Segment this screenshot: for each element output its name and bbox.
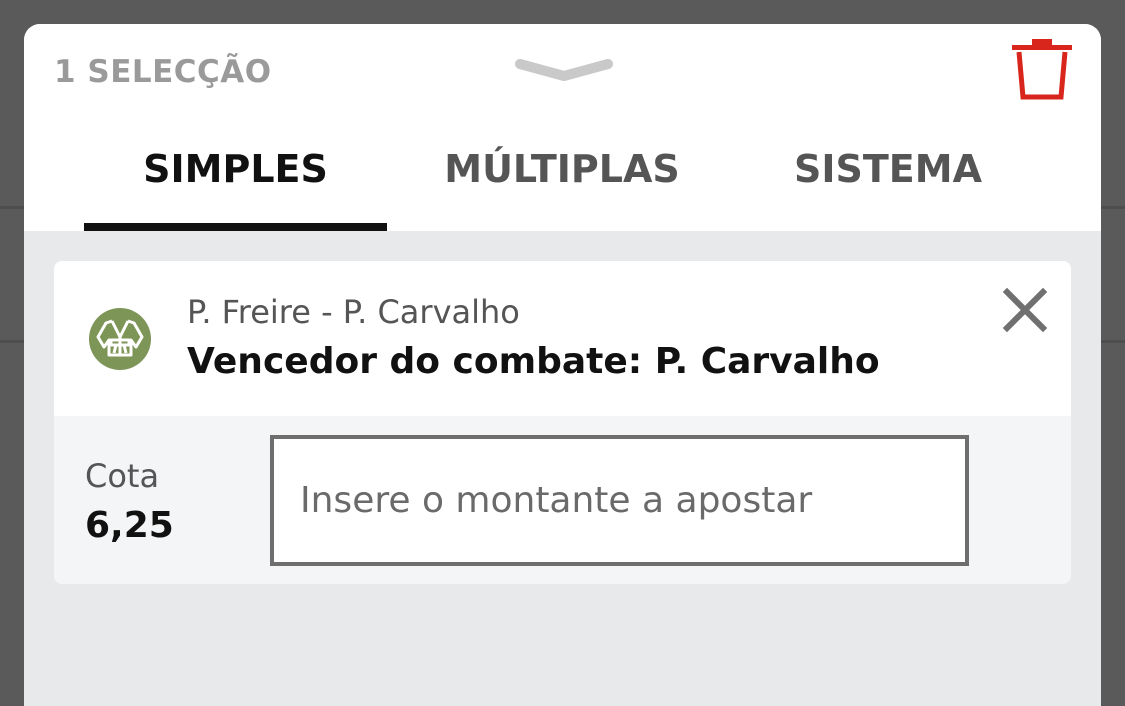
chevron-down-icon bbox=[515, 59, 613, 81]
delete-all-button[interactable] bbox=[1010, 38, 1074, 104]
collapse-handle[interactable] bbox=[514, 56, 614, 86]
market-selection: Vencedor do combate: P. Carvalho bbox=[187, 341, 880, 382]
trash-icon bbox=[1012, 39, 1072, 100]
bet-selection-header: P. Freire - P. Carvalho Vencedor do comb… bbox=[54, 261, 1071, 416]
close-icon bbox=[1002, 287, 1048, 333]
active-tab-indicator bbox=[84, 223, 387, 231]
tab-simples[interactable]: SIMPLES bbox=[84, 139, 387, 231]
bet-type-tabs: SIMPLES MÚLTIPLAS SISTEMA bbox=[24, 139, 1101, 231]
bet-selection-card: P. Freire - P. Carvalho Vencedor do comb… bbox=[54, 261, 1071, 584]
tab-sistema[interactable]: SISTEMA bbox=[734, 139, 1042, 231]
selection-count: 1 SELECÇÃO bbox=[54, 54, 272, 90]
odds-label: Cota bbox=[85, 457, 160, 495]
betslip-sheet: 1 SELECÇÃO SIMPLES MÚLTIPLAS SISTEMA P. … bbox=[24, 24, 1101, 706]
judo-gi-icon bbox=[88, 307, 152, 371]
odds-value: 6,25 bbox=[85, 505, 174, 546]
remove-selection-button[interactable] bbox=[1002, 287, 1048, 333]
betslip-header: 1 SELECÇÃO SIMPLES MÚLTIPLAS SISTEMA bbox=[24, 24, 1101, 231]
tab-multiplas[interactable]: MÚLTIPLAS bbox=[404, 139, 720, 231]
event-name: P. Freire - P. Carvalho bbox=[187, 293, 520, 331]
stake-input[interactable] bbox=[270, 435, 969, 566]
